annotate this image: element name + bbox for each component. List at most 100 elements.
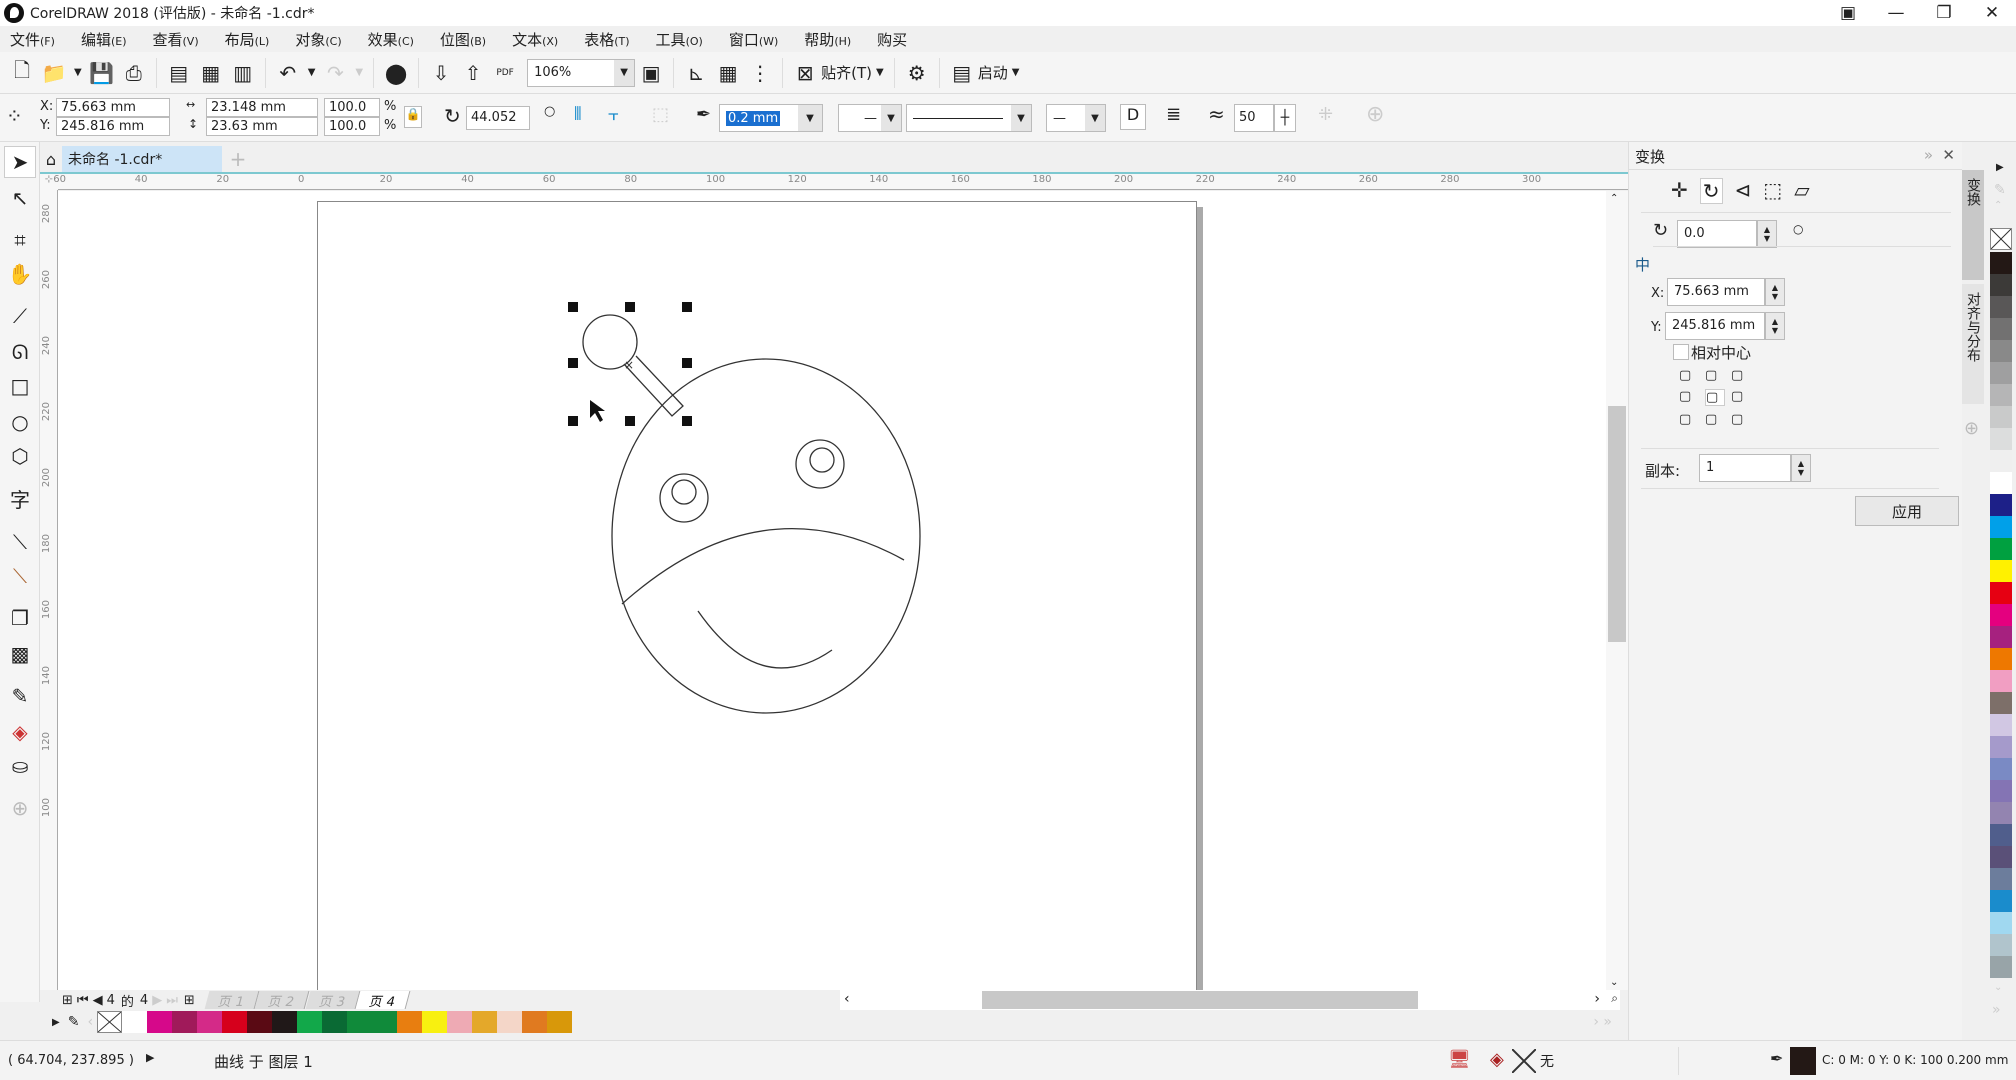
vertical-scroll-thumb[interactable] <box>1608 406 1626 642</box>
palette-swatch[interactable] <box>547 1011 573 1033</box>
docker-y-spinner[interactable]: ▲ ▼ <box>1765 312 1785 340</box>
position-mode-icon[interactable]: ✛ <box>1671 178 1688 204</box>
add-docker-icon[interactable]: ⊕ <box>1964 418 1979 439</box>
page-tab-3[interactable]: 页 3 <box>305 991 361 1010</box>
palette-eyedropper-icon[interactable]: ✎ <box>68 1014 80 1030</box>
palette-swatch[interactable] <box>297 1011 323 1033</box>
size-mode-icon[interactable]: ⬚ <box>1763 178 1782 204</box>
white-swatch[interactable] <box>122 1011 148 1033</box>
relative-center-checkbox[interactable] <box>1673 344 1689 360</box>
anchor-bottom-right[interactable]: ▢ <box>1731 412 1751 427</box>
palette-swatch[interactable] <box>1990 780 2012 802</box>
palette-swatch[interactable] <box>422 1011 448 1033</box>
palette-swatch[interactable] <box>172 1011 198 1033</box>
minimize-button[interactable]: — <box>1872 0 1920 26</box>
anchor-bottom-left[interactable]: ▢ <box>1679 412 1699 427</box>
palette-swatch[interactable] <box>1990 670 2012 692</box>
apply-button[interactable]: 应用 <box>1855 496 1959 526</box>
outline-color-swatch[interactable] <box>1790 1047 1816 1075</box>
docker-x-spinner[interactable]: ▲ ▼ <box>1765 278 1785 306</box>
palette-swatch[interactable] <box>472 1011 498 1033</box>
palette-swatch[interactable] <box>1990 802 2012 824</box>
palette-swatch[interactable] <box>1990 274 2012 296</box>
palette-scroll-left-icon[interactable]: ‹ <box>87 1014 93 1030</box>
palette-swatch[interactable] <box>372 1011 398 1033</box>
palette-swatch[interactable] <box>1990 428 2012 450</box>
palette-swatch[interactable] <box>497 1011 523 1033</box>
page-tab-1[interactable]: 页 1 <box>204 991 260 1010</box>
palette-swatch[interactable] <box>1990 296 2012 318</box>
palette-scroll-down-icon[interactable]: ⌄ <box>1994 982 2002 993</box>
palette-swatch[interactable] <box>1990 604 2012 626</box>
palette-swatch[interactable] <box>222 1011 248 1033</box>
docker-y-field[interactable]: 245.816 mm <box>1665 312 1765 340</box>
palette-swatch[interactable] <box>322 1011 348 1033</box>
palette-flyout-icon[interactable]: ▶ <box>1996 162 2004 173</box>
no-fill-swatch[interactable] <box>1511 1048 1537 1074</box>
palette-swatch[interactable] <box>1990 318 2012 340</box>
page-tab-2[interactable]: 页 2 <box>254 991 311 1010</box>
anchor-top-right[interactable]: ▢ <box>1731 368 1751 383</box>
palette-swatch[interactable] <box>1990 560 2012 582</box>
side-tab-align-distribute[interactable]: 对齐与分布 <box>1962 284 1984 404</box>
palette-swatch[interactable] <box>347 1011 373 1033</box>
angle-spinner[interactable]: ▲ ▼ <box>1757 220 1777 248</box>
palette-swatch[interactable] <box>1990 626 2012 648</box>
first-page-icon[interactable]: ⏮ <box>77 993 89 1008</box>
palette-swatch[interactable] <box>1990 472 2012 494</box>
palette-swatch[interactable] <box>1990 758 2012 780</box>
palette-swatch[interactable] <box>1990 362 2012 384</box>
horizontal-scroll-thumb[interactable] <box>982 991 1418 1009</box>
palette-swatch[interactable] <box>1990 824 2012 846</box>
status-expand-icon[interactable]: ▶ <box>146 1051 154 1064</box>
no-color-swatch[interactable] <box>97 1011 123 1033</box>
palette-scroll-right-icon[interactable]: › » <box>1593 1014 1612 1030</box>
anchor-center[interactable]: ▢ <box>1705 389 1725 406</box>
last-page-icon[interactable]: ⏭ <box>166 993 178 1008</box>
docker-expand-icon[interactable]: » <box>1924 146 1933 164</box>
palette-swatch[interactable] <box>1990 384 2012 406</box>
anchor-middle-right[interactable]: ▢ <box>1731 389 1751 406</box>
add-page-before-icon[interactable]: ⊞ <box>62 993 73 1008</box>
palette-swatch[interactable] <box>197 1011 223 1033</box>
palette-swatch[interactable] <box>1990 582 2012 604</box>
palette-swatch[interactable] <box>1990 956 2012 978</box>
scale-mirror-mode-icon[interactable]: ⊲ <box>1735 178 1752 204</box>
zoom-navigator-icon[interactable]: ⌕ <box>1611 991 1618 1006</box>
notification-icon[interactable]: ▣ <box>1824 0 1872 26</box>
palette-swatch[interactable] <box>1990 890 2012 912</box>
palette-expand-icon[interactable]: » <box>1992 1002 2001 1018</box>
palette-eyedropper-icon[interactable]: ✎ <box>1994 182 2006 198</box>
next-page-icon[interactable]: ▶ <box>152 993 162 1008</box>
palette-swatch[interactable] <box>1990 934 2012 956</box>
angle-field[interactable]: 0.0 <box>1677 220 1757 248</box>
palette-swatch[interactable] <box>1990 494 2012 516</box>
palette-swatch[interactable] <box>1990 450 2012 472</box>
palette-swatch[interactable] <box>397 1011 423 1033</box>
rotate-mode-icon[interactable]: ↻ <box>1699 178 1723 204</box>
skew-mode-icon[interactable]: ▱ <box>1794 178 1809 204</box>
palette-swatch[interactable] <box>247 1011 273 1033</box>
anchor-middle-left[interactable]: ▢ <box>1679 389 1699 406</box>
palette-swatch[interactable] <box>1990 516 2012 538</box>
docker-x-field[interactable]: 75.663 mm <box>1667 278 1765 306</box>
anchor-bottom-center[interactable]: ▢ <box>1705 412 1725 427</box>
palette-swatch[interactable] <box>522 1011 548 1033</box>
page-tab-4[interactable]: 页 4 <box>355 991 411 1010</box>
side-tab-transform[interactable]: 变换 <box>1962 170 1984 280</box>
copies-spinner[interactable]: ▲ ▼ <box>1791 454 1811 482</box>
restore-button[interactable]: ❐ <box>1920 0 1968 26</box>
palette-swatch[interactable] <box>1990 538 2012 560</box>
color-proofing-icon[interactable]: 🖥 <box>1448 1049 1471 1070</box>
palette-swatch[interactable] <box>272 1011 298 1033</box>
palette-swatch[interactable] <box>1990 868 2012 890</box>
palette-menu-icon[interactable]: ▶ <box>52 1017 60 1028</box>
anchor-top-left[interactable]: ▢ <box>1679 368 1699 383</box>
palette-swatch[interactable] <box>1990 736 2012 758</box>
palette-swatch[interactable] <box>447 1011 473 1033</box>
palette-swatch[interactable] <box>1990 406 2012 428</box>
palette-swatch[interactable] <box>1990 252 2012 274</box>
palette-swatch[interactable] <box>1990 912 2012 934</box>
anchor-top-center[interactable]: ▢ <box>1705 368 1725 383</box>
copies-field[interactable]: 1 <box>1699 454 1791 482</box>
